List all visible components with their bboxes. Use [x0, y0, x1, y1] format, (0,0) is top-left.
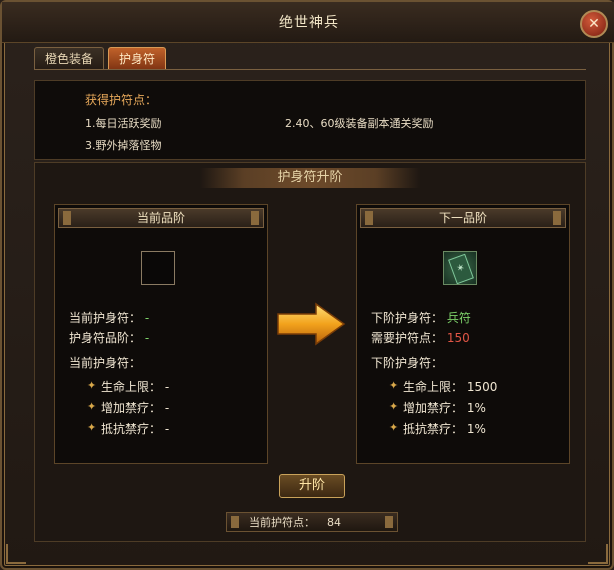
tab-divider [34, 69, 586, 70]
header-cap-left [365, 211, 373, 225]
current-tier-panel: 当前品阶 当前护身符： - 护身符品阶： - 当前护身符： ✦ 生命上限： - … [54, 204, 268, 464]
bullet-icon: ✦ [389, 421, 399, 434]
stat-value: 1% [466, 422, 486, 436]
section-title: 护身符升阶 [200, 168, 420, 188]
stat-label: 抵抗禁疗： [403, 422, 464, 436]
next-stat-hp: 生命上限： 1500 [403, 378, 497, 395]
stat-value: 1% [466, 401, 486, 415]
amulet-window: 绝世神兵 ✕ 橙色装备 护身符 获得护符点： 1.每日活跃奖励 2.40、60级… [0, 0, 614, 570]
points-info-box: 获得护符点： 1.每日活跃奖励 2.40、60级装备副本通关奖励 3.野外掉落怪… [34, 80, 586, 160]
stat-value: 1500 [466, 380, 498, 394]
stat-label: 抵抗禁疗： [101, 422, 162, 436]
bullet-icon: ✦ [87, 379, 97, 392]
info-item-3: 3.野外掉落怪物 [85, 139, 162, 152]
current-tier-title: 当前品阶 [136, 211, 185, 225]
required-points-row: 需要护符点： 150 [371, 329, 470, 346]
next-tier-title: 下一品阶 [438, 211, 487, 225]
required-points-value: 150 [446, 331, 470, 345]
stat-label: 增加禁疗： [403, 401, 464, 415]
tab-amulet[interactable]: 护身符 [108, 47, 167, 70]
stat-label: 生命上限： [101, 380, 162, 394]
required-points-label: 需要护符点： [371, 331, 444, 345]
next-tier-header: 下一品阶 [360, 208, 566, 228]
next-amulet-row: 下阶护身符： 兵符 [371, 309, 471, 326]
current-grade-row: 护身符品阶： - [69, 329, 149, 346]
close-icon[interactable]: ✕ [580, 10, 608, 38]
bullet-icon: ✦ [87, 400, 97, 413]
points-value: 84 [327, 516, 341, 529]
amulet-icon[interactable]: ✶ [443, 251, 477, 285]
title-bar[interactable]: 绝世神兵 ✕ [2, 2, 614, 43]
stat-value: - [164, 401, 170, 415]
current-points-bar: 当前护符点： 84 [226, 512, 398, 532]
frame-corner [588, 544, 608, 564]
window-title: 绝世神兵 [279, 15, 339, 31]
current-amulet-value: - [144, 311, 150, 325]
bullet-icon: ✦ [389, 379, 399, 392]
current-grade-value: - [144, 331, 150, 345]
upgrade-button[interactable]: 升阶 [279, 474, 345, 498]
current-grade-label: 护身符品阶： [69, 331, 142, 345]
current-stats-title: 当前护身符： [69, 356, 142, 370]
current-amulet-label: 当前护身符： [69, 311, 142, 325]
bar-cap-right [385, 516, 393, 528]
next-tier-panel: 下一品阶 ✶ 下阶护身符： 兵符 需要护符点： 150 下阶护身符： ✦ 生命上… [356, 204, 570, 464]
bullet-icon: ✦ [389, 400, 399, 413]
next-amulet-label: 下阶护身符： [371, 311, 444, 325]
next-stat-heal-resist: 抵抗禁疗： 1% [403, 420, 486, 437]
stat-label: 生命上限： [403, 380, 464, 394]
current-stat-heal-resist: 抵抗禁疗： - [101, 420, 169, 437]
bullet-icon: ✦ [87, 421, 97, 434]
frame-corner [6, 544, 26, 564]
current-stat-heal-block: 增加禁疗： - [101, 399, 169, 416]
header-cap-right [251, 211, 259, 225]
current-amulet-slot[interactable] [141, 251, 175, 285]
next-stat-heal-block: 增加禁疗： 1% [403, 399, 486, 416]
next-stats-title: 下阶护身符： [371, 356, 444, 370]
amulet-glyph: ✶ [448, 253, 474, 285]
info-item-1: 1.每日活跃奖励 [85, 117, 162, 130]
header-cap-right [553, 211, 561, 225]
bar-cap-left [231, 516, 239, 528]
arrow-right-icon [277, 302, 346, 346]
points-label: 当前护符点： [249, 516, 315, 529]
stat-value: - [164, 422, 170, 436]
next-amulet-value: 兵符 [446, 311, 471, 325]
current-amulet-row: 当前护身符： - [69, 309, 149, 326]
info-item-2: 2.40、60级装备副本通关奖励 [285, 117, 434, 130]
stat-value: - [164, 380, 170, 394]
current-stat-hp: 生命上限： - [101, 378, 169, 395]
header-cap-left [63, 211, 71, 225]
info-title: 获得护符点： [85, 93, 158, 107]
tab-orange-equipment[interactable]: 橙色装备 [34, 47, 105, 70]
current-tier-header: 当前品阶 [58, 208, 264, 228]
stat-label: 增加禁疗： [101, 401, 162, 415]
